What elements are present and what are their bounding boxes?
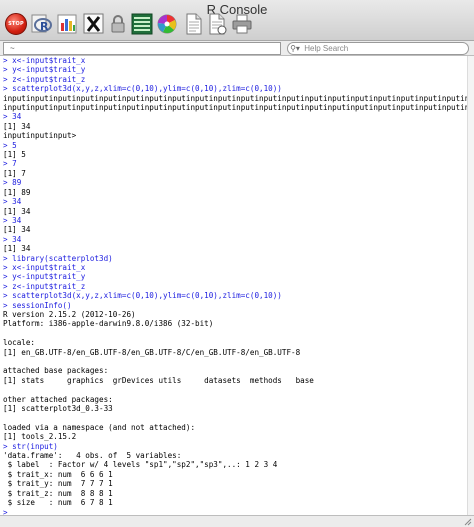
console-input-line: > scatterplot3d(x,y,z,xlim=c(0,10),ylim=… xyxy=(3,84,282,94)
console-input-line: > scatterplot3d(x,y,z,xlim=c(0,10),ylim=… xyxy=(3,291,282,301)
lock-icon xyxy=(111,15,125,33)
console-output-line: $ trait_x: num 6 6 6 1 xyxy=(3,469,113,479)
path-search-bar: ~ ⚲▾ Help Search xyxy=(0,41,474,56)
console-output-line: other attached packages: xyxy=(3,394,113,404)
console-input-line: > y<-input$trait_y xyxy=(3,65,86,75)
help-search-field[interactable]: ⚲▾ Help Search xyxy=(287,42,469,55)
console-output-line: $ trait_z: num 8 8 8 1 xyxy=(3,488,113,498)
console-output-line: $ size : num 6 7 8 1 xyxy=(3,498,113,508)
open-document-button[interactable] xyxy=(207,13,229,35)
list-button[interactable] xyxy=(131,13,153,35)
console-output-line: R version 2.15.2 (2012-10-26) xyxy=(3,309,136,319)
console-output-line: [1] 7 xyxy=(3,168,26,178)
console-input-line: > z<-input$trait_z xyxy=(3,74,86,84)
console-output-line: [1] 5 xyxy=(3,150,26,160)
status-bar xyxy=(0,515,474,527)
console-output-line: [1] 34 xyxy=(3,225,31,235)
console-input-line: > 34 xyxy=(3,215,22,225)
x11-icon xyxy=(83,13,104,34)
console-input-line: > z<-input$trait_z xyxy=(3,281,86,291)
bar-chart-icon xyxy=(57,14,77,34)
console-output-line: $ label : Factor w/ 4 levels "sp1","sp2"… xyxy=(3,460,278,470)
resize-grip-icon[interactable] xyxy=(464,518,472,526)
vertical-scrollbar[interactable] xyxy=(467,56,474,516)
console-output-line: attached base packages: xyxy=(3,366,109,376)
console-output-line: [1] tools_2.15.2 xyxy=(3,432,77,442)
list-icon xyxy=(131,13,153,35)
console-output-line: inputinputinputinputinputinputinputinput… xyxy=(3,103,474,113)
stop-icon: STOP xyxy=(5,13,27,35)
r-logo-icon: R xyxy=(31,14,52,33)
working-directory-field[interactable]: ~ xyxy=(3,42,281,55)
console-input-line: > sessionInfo() xyxy=(3,300,72,310)
console-input-line: > library(scatterplot3d) xyxy=(3,253,113,263)
help-search-placeholder: Help Search xyxy=(304,44,349,53)
printer-icon xyxy=(232,14,252,34)
console-input-line: > 34 xyxy=(3,234,22,244)
x11-button[interactable] xyxy=(83,13,105,35)
console-output-line: locale: xyxy=(3,338,36,348)
console-output-line: [1] 34 xyxy=(3,206,31,216)
console-input-line: > y<-input$trait_y xyxy=(3,272,86,282)
lock-button[interactable] xyxy=(107,13,129,35)
search-icon: ⚲▾ xyxy=(290,44,300,53)
console-output-line: 'data.frame': 4 obs. of 5 variables: xyxy=(3,451,182,461)
console-output-line: [1] scatterplot3d_0.3-33 xyxy=(3,404,113,414)
console-input-line: > 7 xyxy=(3,159,17,169)
document-icon xyxy=(186,13,202,35)
toolbar: R Console STOP R xyxy=(0,0,474,41)
console-input-line: > str(input) xyxy=(3,441,58,451)
console-input-line: > 5 xyxy=(3,140,17,150)
console-output-line: Platform: i386-apple-darwin9.8.0/i386 (3… xyxy=(3,319,214,329)
console-input-line: > x<-input$trait_x xyxy=(3,56,86,65)
r-source-button[interactable]: R xyxy=(31,13,53,35)
console-output-line: inputinputinput> xyxy=(3,131,77,141)
color-button[interactable] xyxy=(156,13,178,35)
console-output[interactable]: > x<-input$trait_x > y<-input$trait_y > z<… xyxy=(0,56,474,516)
console-output-line: inputinputinputinputinputinputinputinput… xyxy=(3,93,474,103)
svg-text:R: R xyxy=(40,20,49,33)
console-output-line: loaded via a namespace (and not attached… xyxy=(3,422,196,432)
console-input-line: > 34 xyxy=(3,197,22,207)
console-input-line: > x<-input$trait_x xyxy=(3,262,86,272)
chart-button[interactable] xyxy=(57,13,79,35)
console-output-line: [1] 34 xyxy=(3,121,31,131)
console-output-line: [1] en_GB.UTF-8/en_GB.UTF-8/en_GB.UTF-8/… xyxy=(3,347,301,357)
console-output-line: [1] 34 xyxy=(3,244,31,254)
open-document-icon xyxy=(209,13,227,35)
console-output-line: [1] 89 xyxy=(3,187,31,197)
print-button[interactable] xyxy=(231,13,253,35)
console-input-line: > 89 xyxy=(3,178,22,188)
console-output-line: [1] stats graphics grDevices utils datas… xyxy=(3,375,314,385)
console-output-line: $ trait_y: num 7 7 7 1 xyxy=(3,479,113,489)
console-input-line: > 34 xyxy=(3,112,22,122)
new-document-button[interactable] xyxy=(183,13,205,35)
color-wheel-icon xyxy=(157,14,177,34)
r-console-window: R Console STOP R ~ ⚲▾ Help Search > x<-i… xyxy=(0,0,474,527)
stop-button[interactable]: STOP xyxy=(5,13,27,35)
